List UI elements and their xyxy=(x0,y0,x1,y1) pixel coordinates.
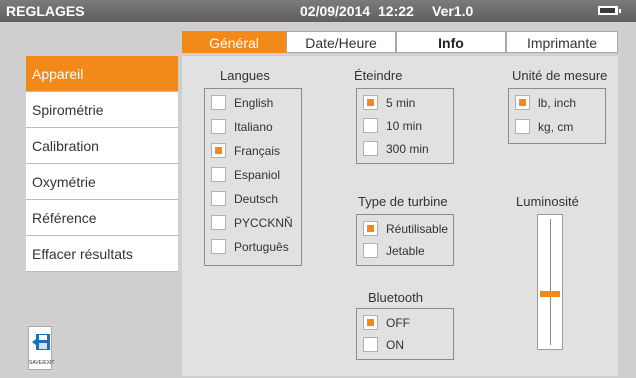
menu-item-appareil[interactable]: Appareil xyxy=(26,56,178,92)
checkbox[interactable] xyxy=(363,243,378,259)
menu-item-effacer-resultats[interactable]: Effacer résultats xyxy=(26,236,178,272)
tab-info[interactable]: Info xyxy=(396,31,506,53)
turbine-group: Réutilisable Jetable xyxy=(356,214,454,266)
tab-general[interactable]: Général xyxy=(182,31,286,53)
turbine-option-disposable[interactable]: Jetable xyxy=(363,243,425,259)
checkbox-checked[interactable] xyxy=(363,221,378,237)
brightness-title: Luminosité xyxy=(516,194,579,209)
save-exit-button[interactable]: SAVE/EXIT xyxy=(28,326,55,370)
bluetooth-option-on[interactable]: ON xyxy=(363,337,404,353)
units-group: lb, inch kg, cm xyxy=(508,88,606,144)
save-icon xyxy=(32,334,50,350)
slider-thumb[interactable] xyxy=(540,291,560,297)
checkbox[interactable] xyxy=(363,118,378,134)
menu-item-oxymetrie[interactable]: Oxymétrie xyxy=(26,164,178,200)
lang-option-deutsch[interactable]: Deutsch xyxy=(211,191,278,207)
units-title: Unité de mesure xyxy=(512,68,608,83)
version-display: Ver1.0 xyxy=(432,3,474,19)
checkbox-checked[interactable] xyxy=(211,143,226,159)
shutdown-option-300min[interactable]: 300 min xyxy=(363,141,429,157)
shutdown-group: 5 min 10 min 300 min xyxy=(356,88,454,164)
screen-title: REGLAGES xyxy=(6,3,85,19)
device-screen: REGLAGES 02/09/2014 12:22 Ver1.0 Général… xyxy=(0,0,636,378)
lang-option-portugues[interactable]: Português xyxy=(211,239,289,255)
checkbox[interactable] xyxy=(515,119,530,135)
date-display: 02/09/2014 xyxy=(300,3,371,19)
units-option-metric[interactable]: kg, cm xyxy=(515,119,573,135)
lang-option-italiano[interactable]: Italiano xyxy=(211,119,273,135)
turbine-title: Type de turbine xyxy=(358,194,448,209)
checkbox[interactable] xyxy=(363,337,378,353)
checkbox[interactable] xyxy=(211,119,226,135)
checkbox[interactable] xyxy=(363,141,378,157)
units-option-imperial[interactable]: lb, inch xyxy=(515,95,576,111)
status-bar: REGLAGES 02/09/2014 12:22 Ver1.0 xyxy=(0,0,636,22)
menu-item-calibration[interactable]: Calibration xyxy=(26,128,178,164)
lang-option-francais[interactable]: Français xyxy=(211,143,280,159)
lang-option-english[interactable]: English xyxy=(211,95,273,111)
languages-group: English Italiano Français Espaniol Deuts… xyxy=(204,88,302,266)
settings-panel: Langues English Italiano Français Espani… xyxy=(182,56,618,376)
menu-item-reference[interactable]: Référence xyxy=(26,200,178,236)
battery-icon xyxy=(598,6,621,15)
save-exit-label: SAVE/EXIT xyxy=(29,360,55,366)
bluetooth-option-off[interactable]: OFF xyxy=(363,315,410,331)
shutdown-option-10min[interactable]: 10 min xyxy=(363,118,422,134)
checkbox[interactable] xyxy=(211,191,226,207)
checkbox[interactable] xyxy=(211,239,226,255)
languages-title: Langues xyxy=(220,68,270,83)
tab-printer[interactable]: Imprimante xyxy=(506,31,618,53)
lang-option-espaniol[interactable]: Espaniol xyxy=(211,167,280,183)
menu-item-spirometrie[interactable]: Spirométrie xyxy=(26,92,178,128)
time-display: 12:22 xyxy=(378,3,414,19)
slider-rail xyxy=(550,219,551,345)
bluetooth-group: OFF ON xyxy=(356,308,454,360)
checkbox[interactable] xyxy=(211,95,226,111)
tab-date-time[interactable]: Date/Heure xyxy=(286,31,396,53)
turbine-option-reusable[interactable]: Réutilisable xyxy=(363,221,448,237)
bluetooth-title: Bluetooth xyxy=(368,290,423,305)
checkbox[interactable] xyxy=(211,215,226,231)
checkbox[interactable] xyxy=(211,167,226,183)
checkbox-checked[interactable] xyxy=(363,315,378,331)
shutdown-title: Éteindre xyxy=(354,68,403,83)
checkbox-checked[interactable] xyxy=(515,95,530,111)
brightness-slider[interactable] xyxy=(537,214,563,350)
checkbox-checked[interactable] xyxy=(363,95,378,111)
shutdown-option-5min[interactable]: 5 min xyxy=(363,95,415,111)
lang-option-russian[interactable]: PYCCKNŇ xyxy=(211,215,293,231)
